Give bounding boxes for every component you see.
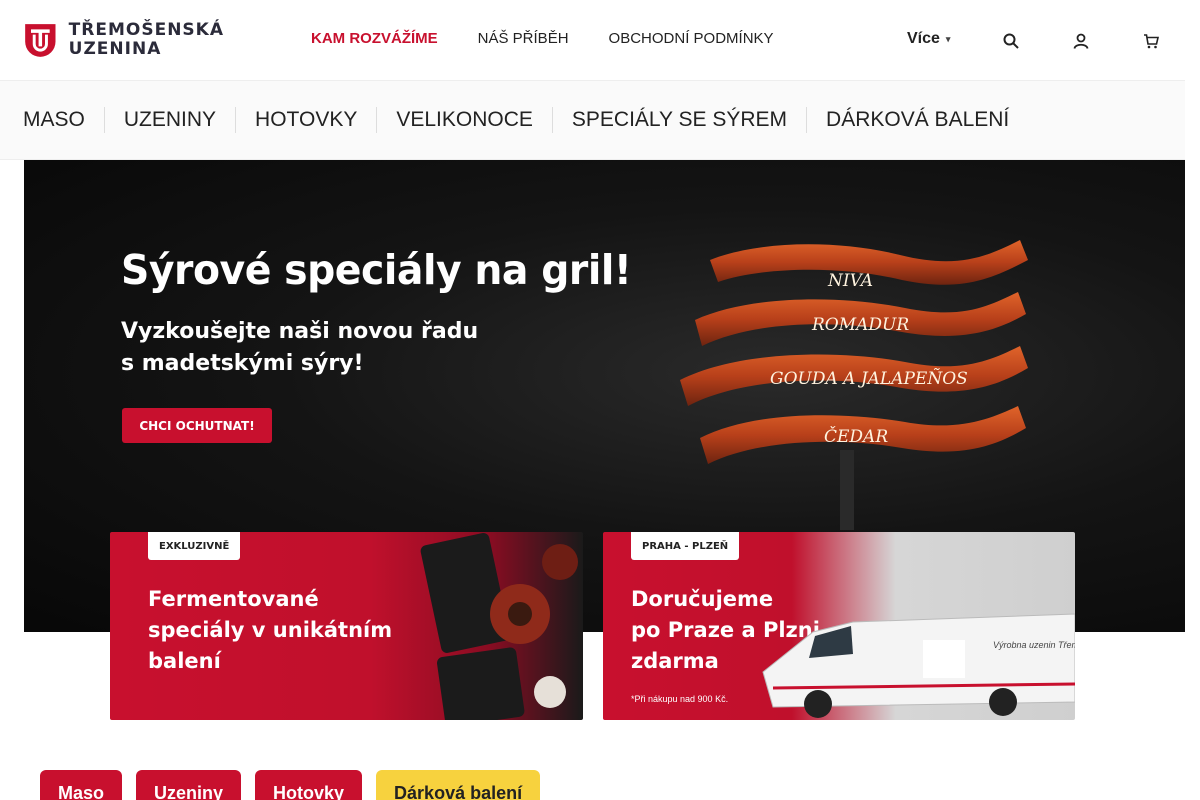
promo-card-delivery[interactable]: PRAHA - PLZEŇ Doručujeme po Praze a Plzn… xyxy=(603,532,1075,720)
delivery-van-image: Výrobna uzenin Třemošná xyxy=(762,613,1075,718)
sausage-label-3: GOUDA A JALAPEÑOS xyxy=(770,368,968,389)
tab-maso[interactable]: Maso xyxy=(40,770,123,800)
sausage-label-4: ČEDAR xyxy=(824,426,888,447)
hero-edge xyxy=(0,160,24,632)
logo-name-line2: UZENINA xyxy=(68,39,162,59)
promo-line: Fermentované xyxy=(148,587,319,611)
promo-badge: PRAHA - PLZEŇ xyxy=(631,532,740,560)
sausage-label-1: NIVA xyxy=(827,271,873,291)
category-hotovky[interactable]: HOTOVKY xyxy=(235,107,376,133)
user-icon[interactable] xyxy=(1073,32,1089,50)
promo-text: Fermentované speciály v unikátním balení xyxy=(148,584,392,677)
logo-name-line1: TŘEMOŠENSKÁ xyxy=(68,20,224,40)
van-text: Výrobna uzenin Třemošná xyxy=(993,640,1075,650)
hero-subtitle-line2: s madetskými sýry! xyxy=(121,351,364,376)
sausage-label-2: ROMADUR xyxy=(811,315,909,335)
promo-note: *Při nákupu nad 900 Kč. xyxy=(631,694,729,704)
tab-hotovky[interactable]: Hotovky xyxy=(255,770,363,800)
hero-subtitle-line1: Vyzkoušejte naši novou řadu xyxy=(121,319,479,344)
category-specialy-se-syrem[interactable]: SPECIÁLY SE SÝREM xyxy=(551,107,806,133)
hero-subtitle: Vyzkoušejte naši novou řadu s madetskými… xyxy=(121,316,478,380)
promo-badge: EXKLUZIVNĚ xyxy=(148,532,241,560)
promo-line: balení xyxy=(148,649,221,673)
sausages-image: NIVA ROMADUR GOUDA A JALAPEÑOS ČEDAR xyxy=(680,240,1028,530)
category-maso[interactable]: MASO xyxy=(4,107,104,133)
category-velikonoce[interactable]: VELIKONOCE xyxy=(376,107,552,133)
promo-line: speciály v unikátním xyxy=(148,618,393,642)
nav-link-kam-rozvazime[interactable]: KAM ROZVÁŽÍME xyxy=(311,30,438,47)
tab-darkova-baleni[interactable]: Dárková balení xyxy=(376,770,541,800)
category-darkova-baleni[interactable]: DÁRKOVÁ BALENÍ xyxy=(806,107,1028,133)
fork-handle xyxy=(840,450,854,530)
nav-link-obchodni-podminky[interactable]: OBCHODNÍ PODMÍNKY xyxy=(609,30,774,47)
hero-title: Sýrové speciály na gril! xyxy=(121,246,632,294)
cart-icon[interactable] xyxy=(1143,32,1159,50)
product-tabs: Maso Uzeniny Hotovky Dárková balení xyxy=(40,770,541,800)
category-uzeniny[interactable]: UZENINY xyxy=(103,107,235,133)
hero-cta-button[interactable]: CHCI OCHUTNAT! xyxy=(122,408,272,443)
more-label: Více xyxy=(907,30,940,47)
top-nav: KAM ROZVÁŽÍME NÁŠ PŘÍBĚH OBCHODNÍ PODMÍN… xyxy=(311,30,774,47)
logo-mark-icon xyxy=(25,23,56,57)
category-nav: MASO UZENINY HOTOVKY VELIKONOCE SPECIÁLY… xyxy=(0,80,1185,160)
logo[interactable]: TŘEMOŠENSKÁ UZENINA xyxy=(24,12,224,68)
meat-packages-image xyxy=(420,533,578,720)
more-menu[interactable]: Více ▾ xyxy=(907,30,950,48)
top-header: TŘEMOŠENSKÁ UZENINA KAM ROZVÁŽÍME NÁŠ PŘ… xyxy=(0,0,1185,80)
chevron-down-icon: ▾ xyxy=(945,33,951,44)
search-icon[interactable] xyxy=(1003,32,1019,50)
tab-uzeniny[interactable]: Uzeniny xyxy=(136,770,242,800)
logo-text: TŘEMOŠENSKÁ UZENINA xyxy=(69,21,224,59)
nav-link-nas-pribeh[interactable]: NÁŠ PŘÍBĚH xyxy=(478,30,569,47)
promo-card-fermented[interactable]: EXKLUZIVNĚ Fermentované speciály v uniká… xyxy=(110,532,583,720)
